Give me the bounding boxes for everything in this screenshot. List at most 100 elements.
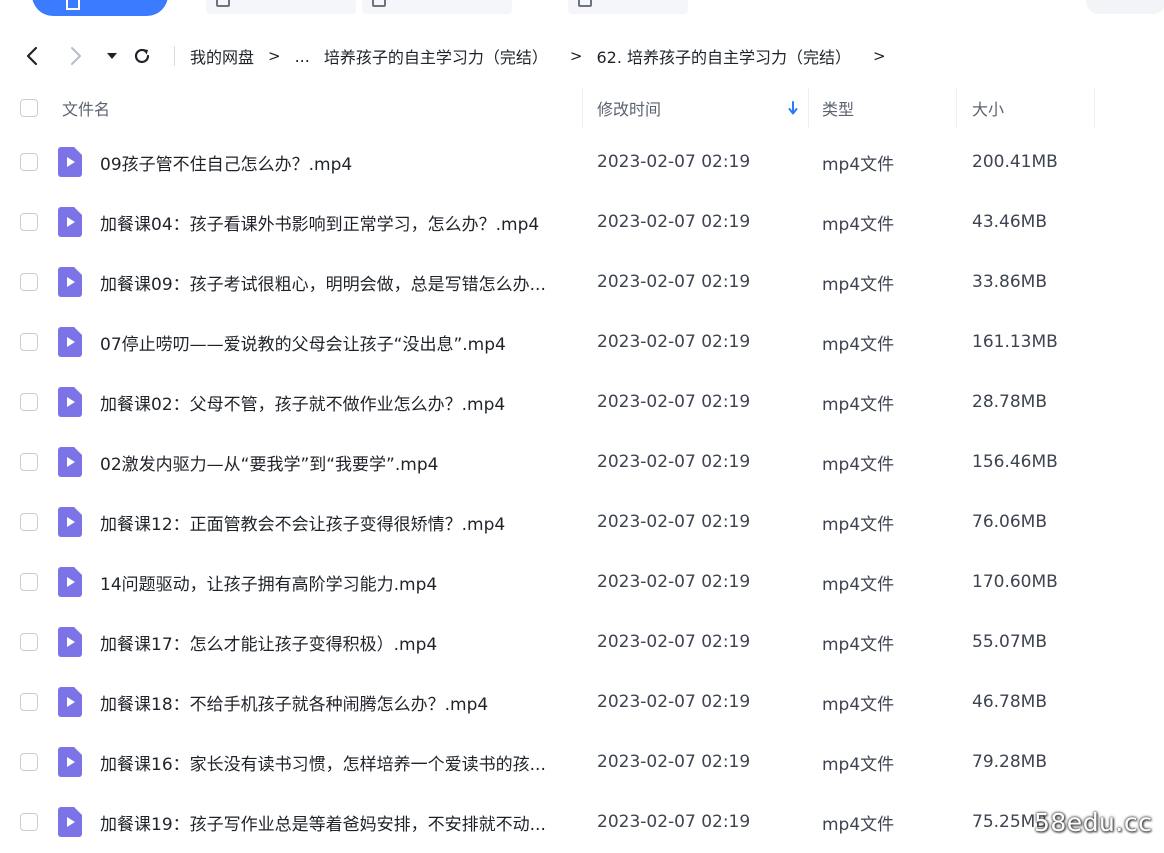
breadcrumb-separator: > <box>268 47 281 65</box>
file-size: 161.13MB <box>972 332 1058 352</box>
video-file-icon <box>58 267 82 297</box>
file-name[interactable]: 加餐课17：怎么才能让孩子变得积极）.mp4 <box>100 612 570 672</box>
file-modified-time: 2023-02-07 02:19 <box>597 392 751 412</box>
table-row[interactable]: 加餐课19：孩子写作业总是等着爸妈安排，不安排就不动... 2023-02-07 … <box>0 792 1164 852</box>
row-checkbox[interactable] <box>20 273 38 291</box>
column-header-name[interactable]: 文件名 <box>62 84 110 132</box>
table-row[interactable]: 14问题驱动，让孩子拥有高阶学习能力.mp4 2023-02-07 02:19 mp… <box>0 552 1164 612</box>
table-row[interactable]: 加餐课17：怎么才能让孩子变得积极）.mp4 2023-02-07 02:19 mp… <box>0 612 1164 672</box>
file-modified-time: 2023-02-07 02:19 <box>597 692 751 712</box>
row-checkbox[interactable] <box>20 453 38 471</box>
file-size: 28.78MB <box>972 392 1047 412</box>
row-checkbox[interactable] <box>20 753 38 771</box>
video-file-icon <box>58 507 82 537</box>
file-size: 33.86MB <box>972 272 1047 292</box>
video-file-icon <box>58 207 82 237</box>
top-toolbar <box>0 0 1164 22</box>
back-button[interactable] <box>18 36 46 76</box>
table-row[interactable]: 加餐课02：父母不管，孩子就不做作业怎么办？.mp4 2023-02-07 02:… <box>0 372 1164 432</box>
select-all-checkbox[interactable] <box>20 99 38 117</box>
row-checkbox[interactable] <box>20 153 38 171</box>
column-header-size[interactable]: 大小 <box>972 84 1004 132</box>
row-checkbox[interactable] <box>20 813 38 831</box>
navigation-bar: 我的网盘 > ... 培养孩子的自主学习力（完结） > 62. 培养孩子的自主学… <box>0 36 1164 76</box>
row-checkbox[interactable] <box>20 213 38 231</box>
breadcrumb-root[interactable]: 我的网盘 <box>190 44 254 68</box>
file-type: mp4文件 <box>822 154 895 175</box>
column-header-modified[interactable]: 修改时间 <box>597 84 661 132</box>
file-type: mp4文件 <box>822 274 895 295</box>
column-divider <box>1094 88 1095 128</box>
table-row[interactable]: 加餐课16：家长没有读书习惯，怎样培养一个爱读书的孩... 2023-02-07 … <box>0 732 1164 792</box>
file-size: 170.60MB <box>972 572 1058 592</box>
file-size: 79.28MB <box>972 752 1047 772</box>
file-type: mp4文件 <box>822 574 895 595</box>
row-checkbox[interactable] <box>20 573 38 591</box>
file-type: mp4文件 <box>822 694 895 715</box>
file-size: 46.78MB <box>972 692 1047 712</box>
file-size: 55.07MB <box>972 632 1047 652</box>
row-checkbox[interactable] <box>20 333 38 351</box>
watermark: 58edu.cc <box>1034 808 1153 837</box>
file-list: 09孩子管不住自己怎么办？.mp4 2023-02-07 02:19 mp4文件 20… <box>0 132 1164 852</box>
forward-button[interactable] <box>62 36 90 76</box>
file-type: mp4文件 <box>822 514 895 535</box>
file-size: 156.46MB <box>972 452 1058 472</box>
table-row[interactable]: 加餐课12：正面管教会不会让孩子变得很矫情？.mp4 2023-02-07 02:… <box>0 492 1164 552</box>
new-online-doc-button[interactable] <box>362 0 512 14</box>
refresh-button[interactable] <box>128 36 156 76</box>
file-modified-time: 2023-02-07 02:19 <box>597 512 751 532</box>
file-name[interactable]: 加餐课12：正面管教会不会让孩子变得很矫情？.mp4 <box>100 492 570 552</box>
file-name[interactable]: 加餐课02：父母不管，孩子就不做作业怎么办？.mp4 <box>100 372 570 432</box>
table-row[interactable]: 02激发内驱力—从“要我学”到“我要学”.mp4 2023-02-07 02:19… <box>0 432 1164 492</box>
column-divider <box>582 88 583 128</box>
upload-button[interactable] <box>32 0 168 16</box>
row-checkbox[interactable] <box>20 393 38 411</box>
chevron-left-icon <box>26 46 38 66</box>
table-row[interactable]: 加餐课09：孩子考试很粗心，明明会做，总是写错怎么办... 2023-02-07 … <box>0 252 1164 312</box>
offline-download-button[interactable] <box>568 0 688 14</box>
video-file-icon <box>58 687 82 717</box>
table-row[interactable]: 09孩子管不住自己怎么办？.mp4 2023-02-07 02:19 mp4文件 20… <box>0 132 1164 192</box>
file-name[interactable]: 09孩子管不住自己怎么办？.mp4 <box>100 132 570 192</box>
file-name[interactable]: 加餐课09：孩子考试很粗心，明明会做，总是写错怎么办... <box>100 252 570 312</box>
file-type: mp4文件 <box>822 454 895 475</box>
upload-icon <box>66 0 80 10</box>
file-name[interactable]: 加餐课19：孩子写作业总是等着爸妈安排，不安排就不动... <box>100 792 570 852</box>
file-type: mp4文件 <box>822 634 895 655</box>
file-type: mp4文件 <box>822 394 895 415</box>
column-divider <box>956 88 957 128</box>
breadcrumb-more[interactable]: > <box>873 47 886 65</box>
table-row[interactable]: 07停止唠叨——爱说教的父母会让孩子“没出息”.mp4 2023-02-07 02… <box>0 312 1164 372</box>
file-modified-time: 2023-02-07 02:19 <box>597 212 751 232</box>
view-toggle[interactable] <box>1086 0 1164 14</box>
new-folder-button[interactable] <box>206 0 356 14</box>
refresh-icon <box>134 48 150 64</box>
video-file-icon <box>58 387 82 417</box>
file-name[interactable]: 加餐课16：家长没有读书习惯，怎样培养一个爱读书的孩... <box>100 732 570 792</box>
breadcrumb-parent[interactable]: 培养孩子的自主学习力（完结） <box>324 44 548 68</box>
file-list-header: 文件名 修改时间 类型 大小 <box>0 84 1164 132</box>
file-modified-time: 2023-02-07 02:19 <box>597 332 751 352</box>
video-file-icon <box>58 567 82 597</box>
table-row[interactable]: 加餐课18：不给手机孩子就各种闹腾怎么办？.mp4 2023-02-07 02:1… <box>0 672 1164 732</box>
row-checkbox[interactable] <box>20 513 38 531</box>
table-row[interactable]: 加餐课04：孩子看课外书影响到正常学习，怎么办？.mp4 2023-02-07 0… <box>0 192 1164 252</box>
folder-icon <box>216 0 230 7</box>
sort-descending-icon[interactable] <box>788 100 798 116</box>
video-file-icon <box>58 327 82 357</box>
column-header-type[interactable]: 类型 <box>822 84 854 132</box>
file-type: mp4文件 <box>822 334 895 355</box>
file-modified-time: 2023-02-07 02:19 <box>597 452 751 472</box>
file-name[interactable]: 02激发内驱力—从“要我学”到“我要学”.mp4 <box>100 432 570 492</box>
row-checkbox[interactable] <box>20 633 38 651</box>
file-name[interactable]: 加餐课04：孩子看课外书影响到正常学习，怎么办？.mp4 <box>100 192 570 252</box>
breadcrumb-ellipsis[interactable]: ... <box>295 47 310 66</box>
file-name[interactable]: 07停止唠叨——爱说教的父母会让孩子“没出息”.mp4 <box>100 312 570 372</box>
file-type: mp4文件 <box>822 814 895 835</box>
video-file-icon <box>58 627 82 657</box>
history-dropdown[interactable] <box>98 36 126 76</box>
file-name[interactable]: 加餐课18：不给手机孩子就各种闹腾怎么办？.mp4 <box>100 672 570 732</box>
row-checkbox[interactable] <box>20 693 38 711</box>
file-name[interactable]: 14问题驱动，让孩子拥有高阶学习能力.mp4 <box>100 552 570 612</box>
